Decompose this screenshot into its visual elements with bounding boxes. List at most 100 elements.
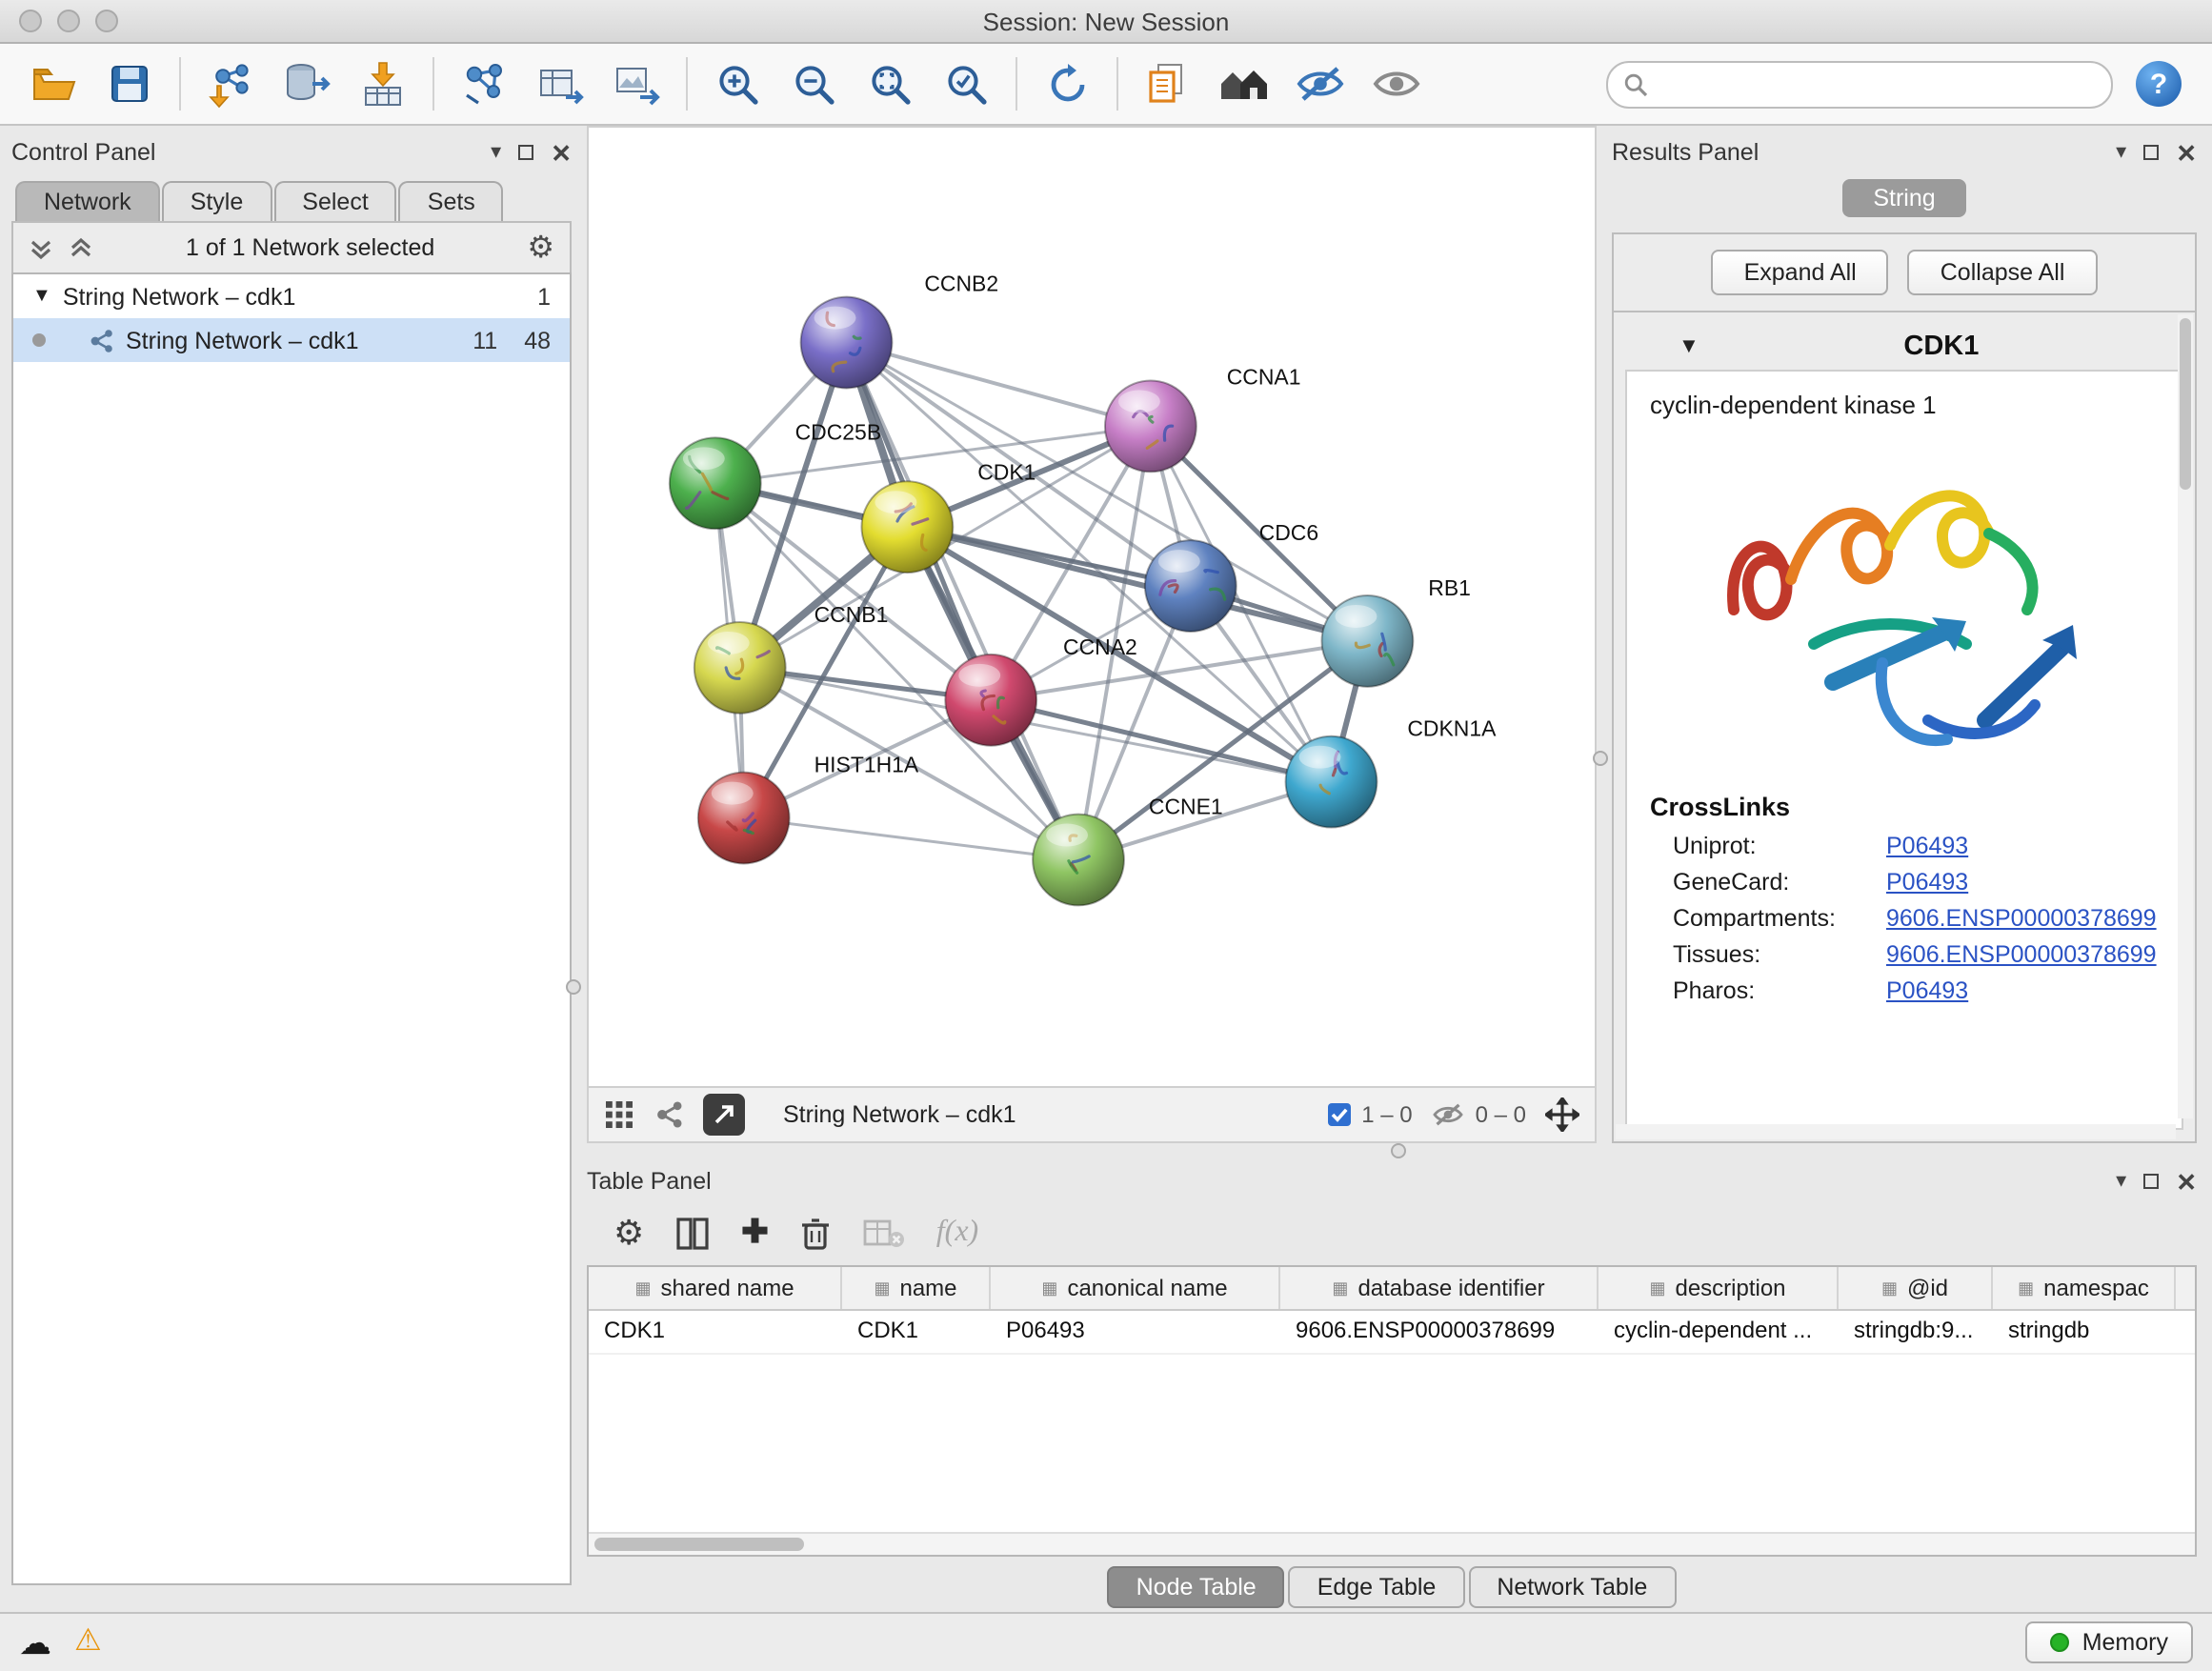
table-row[interactable]: CDK1CDK1P064939606.ENSP00000378699cyclin…: [589, 1311, 2195, 1355]
grid-view-icon[interactable]: [604, 1099, 634, 1130]
new-network-button[interactable]: [446, 50, 522, 118]
tab-select[interactable]: Select: [273, 181, 397, 221]
save-session-button[interactable]: [91, 50, 168, 118]
node-label-CCNA1: CCNA1: [1227, 364, 1301, 389]
network-edge[interactable]: [744, 818, 1078, 860]
splitter-handle[interactable]: [1391, 1143, 1406, 1158]
network-row-selected[interactable]: String Network – cdk1 11 48: [13, 318, 570, 362]
new-table-button[interactable]: [522, 50, 598, 118]
splitter-handle[interactable]: [566, 979, 581, 995]
help-button[interactable]: ?: [2136, 61, 2182, 107]
maximize-window-button[interactable]: [95, 10, 118, 32]
results-horizontal-scrollbar[interactable]: [1616, 1124, 2176, 1139]
open-session-button[interactable]: [15, 50, 91, 118]
table-horizontal-scrollbar[interactable]: [589, 1532, 2195, 1555]
collapse-panel-icon[interactable]: ▾: [491, 142, 501, 163]
gear-icon[interactable]: ⚙: [527, 229, 554, 267]
column-header-description[interactable]: ▦description: [1599, 1267, 1839, 1309]
expand-all-icon[interactable]: [69, 235, 93, 260]
network-node-CDC6[interactable]: [1145, 540, 1237, 632]
splitter-handle[interactable]: [1593, 751, 1608, 766]
collapse-all-button[interactable]: Collapse All: [1908, 250, 2098, 295]
table-settings-gear-icon[interactable]: ⚙: [613, 1213, 644, 1253]
crosslink-value-link[interactable]: P06493: [1886, 833, 1968, 859]
float-panel-icon[interactable]: [2143, 145, 2159, 160]
column-header-shared-name[interactable]: ▦shared name: [589, 1267, 842, 1309]
collapse-panel-icon[interactable]: ▾: [2116, 1171, 2126, 1192]
import-table-button[interactable]: [345, 50, 421, 118]
export-image-button[interactable]: [598, 50, 674, 118]
collapse-all-icon[interactable]: [29, 235, 53, 260]
show-columns-icon[interactable]: [674, 1215, 711, 1251]
network-node-CCNE1[interactable]: [1033, 815, 1124, 906]
network-view[interactable]: CCNB2CCNA1CDC25BCDK1CDC6RB1CCNB1CCNA2CDK…: [587, 126, 1597, 1088]
float-panel-icon[interactable]: [518, 145, 533, 160]
add-column-icon[interactable]: ✚: [741, 1214, 769, 1252]
close-window-button[interactable]: [19, 10, 42, 32]
tab-sets[interactable]: Sets: [399, 181, 504, 221]
float-panel-icon[interactable]: [2143, 1174, 2159, 1189]
pan-mode-icon[interactable]: [1545, 1097, 1579, 1132]
column-header-namespac[interactable]: ▦namespac: [1993, 1267, 2176, 1309]
node-label-CDK1: CDK1: [977, 459, 1036, 484]
show-all-button[interactable]: [1358, 50, 1435, 118]
zoom-fit-button[interactable]: [852, 50, 928, 118]
column-header-canonical-name[interactable]: ▦canonical name: [991, 1267, 1280, 1309]
network-node-RB1[interactable]: [1322, 595, 1414, 687]
network-view-stack: CCNB2CCNA1CDC25BCDK1CDC6RB1CCNB1CCNA2CDK…: [587, 126, 1597, 1143]
network-node-CDK1[interactable]: [861, 481, 953, 573]
network-node-HIST1H1A[interactable]: [698, 773, 790, 864]
expand-all-button[interactable]: Expand All: [1712, 250, 1889, 295]
tree-caret-icon[interactable]: ▼: [32, 287, 51, 306]
results-vertical-scrollbar[interactable]: [2178, 314, 2193, 1118]
crosslink-value-link[interactable]: 9606.ENSP00000378699: [1886, 905, 2157, 932]
network-node-CCNB1[interactable]: [694, 622, 786, 714]
search-box[interactable]: [1606, 60, 2113, 108]
zoom-out-button[interactable]: [775, 50, 852, 118]
network-node-CDC25B[interactable]: [670, 437, 761, 529]
tab-node-table[interactable]: Node Table: [1108, 1566, 1285, 1608]
memory-button[interactable]: Memory: [2025, 1621, 2193, 1663]
import-network-file-button[interactable]: [192, 50, 269, 118]
protein-section-header[interactable]: ▼ CDK1: [1625, 324, 2183, 370]
column-header-name[interactable]: ▦name: [842, 1267, 991, 1309]
tab-string[interactable]: String: [1842, 179, 1965, 217]
close-panel-icon[interactable]: ✕: [2176, 1169, 2197, 1194]
delete-column-icon[interactable]: [799, 1215, 834, 1251]
annotation-mode-button[interactable]: [703, 1094, 745, 1136]
network-overview-icon[interactable]: [654, 1099, 684, 1130]
collapse-panel-icon[interactable]: ▾: [2116, 142, 2126, 163]
network-canvas[interactable]: CCNB2CCNA1CDC25BCDK1CDC6RB1CCNB1CCNA2CDK…: [589, 128, 1595, 1086]
tab-network[interactable]: Network: [15, 181, 160, 221]
cloud-status-icon[interactable]: ☁: [19, 1626, 51, 1659]
column-header-database-identifier[interactable]: ▦database identifier: [1280, 1267, 1599, 1309]
zoom-selected-button[interactable]: [928, 50, 1004, 118]
copy-style-button[interactable]: [1130, 50, 1206, 118]
search-input[interactable]: [1659, 69, 2096, 99]
import-network-database-button[interactable]: [269, 50, 345, 118]
crosslinks-list: Uniprot:P06493GeneCard:P06493Compartment…: [1646, 833, 2162, 1004]
section-caret-icon[interactable]: ▼: [1679, 336, 1699, 357]
node-label-CCNB1: CCNB1: [814, 602, 889, 627]
network-node-CCNA1[interactable]: [1105, 380, 1196, 472]
zoom-in-button[interactable]: [699, 50, 775, 118]
crosslink-value-link[interactable]: P06493: [1886, 869, 1968, 896]
home-button[interactable]: [1206, 50, 1282, 118]
apply-layout-button[interactable]: [1029, 50, 1105, 118]
column-header-@id[interactable]: ▦@id: [1839, 1267, 1993, 1309]
network-node-CCNA2[interactable]: [945, 654, 1036, 746]
hide-selected-button[interactable]: [1282, 50, 1358, 118]
crosslink-value-link[interactable]: P06493: [1886, 977, 1968, 1004]
network-node-CCNB2[interactable]: [801, 297, 893, 389]
network-collection-row[interactable]: ▼ String Network – cdk1 1: [13, 274, 570, 318]
scrollbar-thumb[interactable]: [594, 1538, 804, 1551]
tab-style[interactable]: Style: [162, 181, 272, 221]
tab-edge-table[interactable]: Edge Table: [1289, 1566, 1465, 1608]
warning-icon[interactable]: ⚠: [74, 1627, 102, 1658]
network-node-CDKN1A[interactable]: [1286, 736, 1377, 828]
close-panel-icon[interactable]: ✕: [551, 140, 572, 165]
crosslink-value-link[interactable]: 9606.ENSP00000378699: [1886, 941, 2157, 968]
minimize-window-button[interactable]: [57, 10, 80, 32]
close-panel-icon[interactable]: ✕: [2176, 140, 2197, 165]
tab-network-table[interactable]: Network Table: [1468, 1566, 1676, 1608]
